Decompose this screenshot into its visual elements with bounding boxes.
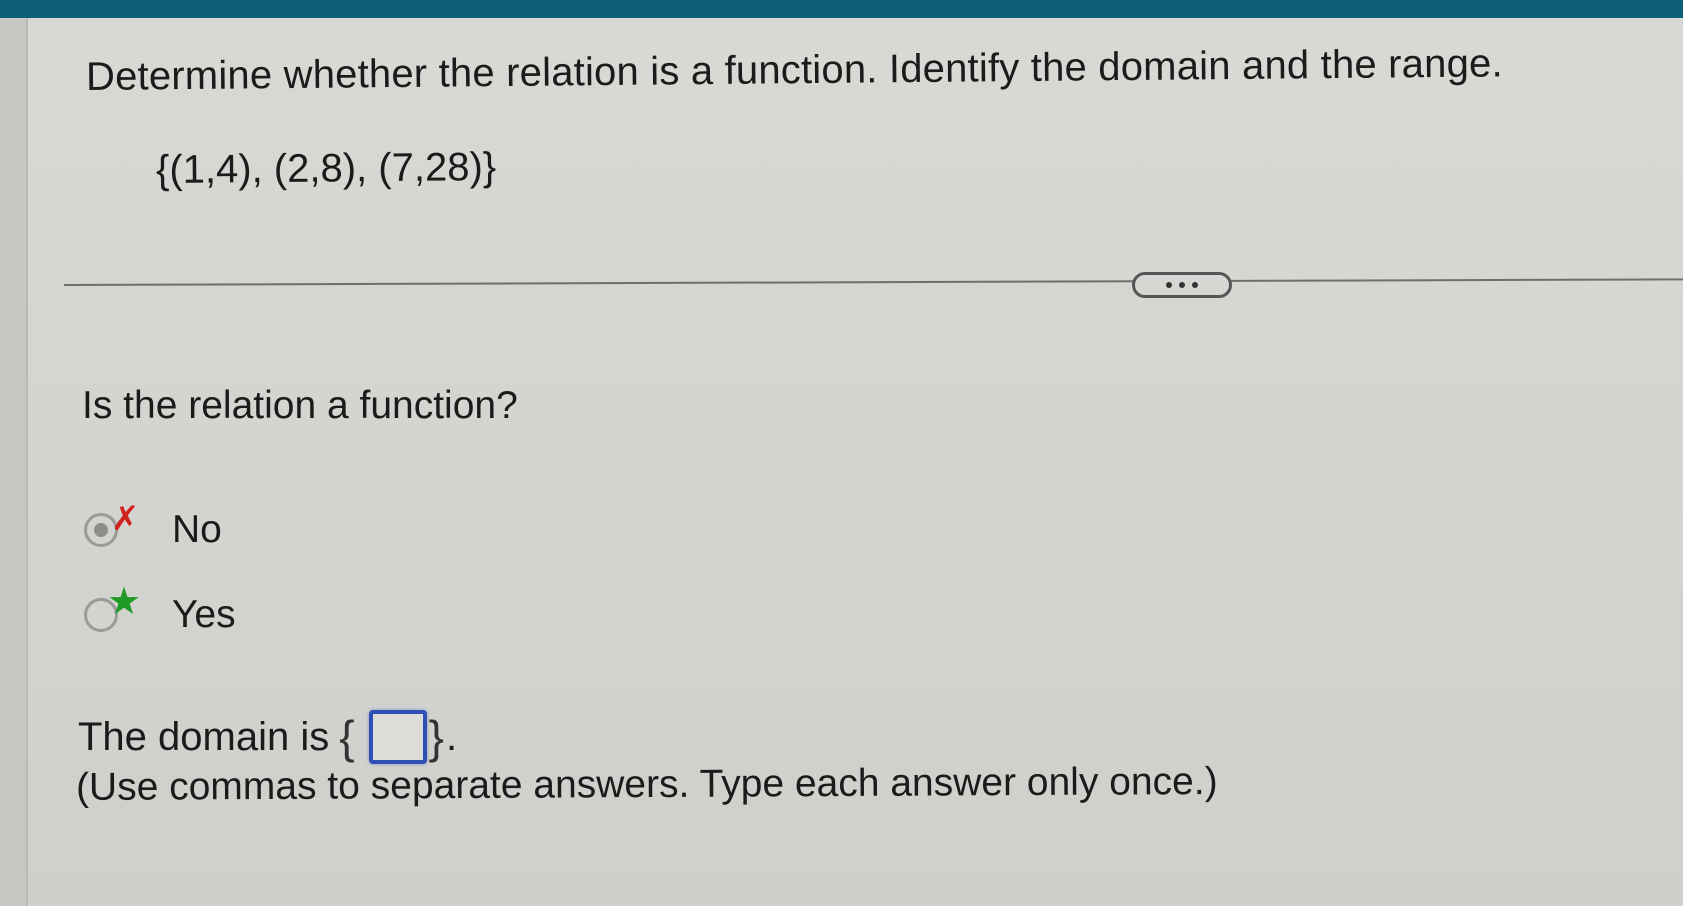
radio-yes[interactable]: ★ (84, 583, 141, 632)
answer-instructions: (Use commas to separate answers. Type ea… (75, 760, 1218, 809)
option-yes[interactable]: ★ Yes (84, 583, 236, 640)
left-edge-panel (0, 18, 28, 906)
open-brace: { (339, 711, 355, 763)
domain-period: . (445, 714, 458, 759)
top-header-bar (0, 0, 1683, 18)
correct-star-icon: ★ (107, 581, 142, 623)
domain-prompt: The domain is (78, 714, 330, 759)
expand-more-button[interactable] (1132, 272, 1232, 298)
domain-answer-row: The domain is { } . (78, 710, 457, 764)
incorrect-x-icon: ✗ (111, 500, 140, 538)
option-label-no: No (172, 508, 222, 551)
function-question: Is the relation a function? (82, 384, 518, 427)
ellipsis-icon (1179, 282, 1185, 288)
ellipsis-icon (1192, 282, 1198, 288)
ellipsis-icon (1166, 282, 1172, 288)
radio-no[interactable]: ✗ (84, 502, 140, 547)
option-label-yes: Yes (172, 593, 236, 636)
relation-set: {(1,4), (2,8), (7,28)} (155, 145, 497, 192)
domain-input[interactable] (368, 710, 427, 764)
close-brace: } (428, 711, 444, 763)
option-no[interactable]: ✗ No (84, 502, 222, 555)
